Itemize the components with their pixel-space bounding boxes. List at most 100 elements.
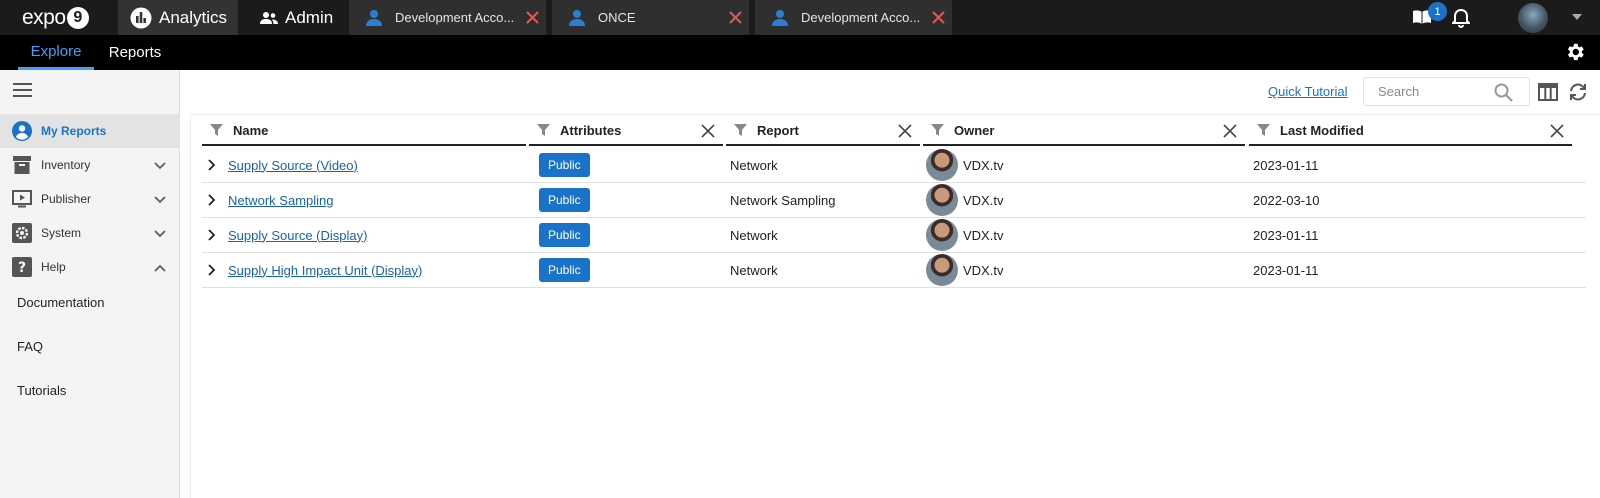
column-header-label: Name	[233, 122, 269, 138]
filter-icon[interactable]	[931, 124, 944, 136]
column-header-label: Attributes	[560, 122, 622, 138]
sidebar: My Reports Inventory Publisher System ? …	[0, 70, 180, 498]
column-header-report[interactable]: Report	[726, 116, 920, 146]
attribute-cell: Public	[539, 148, 590, 182]
close-icon[interactable]	[1550, 124, 1564, 138]
app-tab-admin[interactable]: Admin	[246, 0, 346, 35]
modified-cell: 2023-01-11	[1253, 227, 1319, 243]
filter-icon[interactable]	[537, 124, 550, 136]
sidebar-item-label: Help	[41, 260, 66, 274]
archive-icon	[12, 156, 32, 174]
sidebar-item-inventory[interactable]: Inventory	[0, 148, 180, 182]
chevron-up-icon[interactable]	[154, 261, 166, 275]
report-name-link[interactable]: Supply Source (Video)	[228, 148, 358, 182]
close-icon[interactable]	[898, 124, 912, 138]
owner-avatar	[926, 254, 958, 286]
monitor-play-icon	[12, 190, 32, 208]
column-header-last-modified[interactable]: Last Modified	[1249, 116, 1572, 146]
user-avatar[interactable]	[1518, 3, 1548, 33]
window-tab[interactable]: ONCE	[551, 0, 749, 35]
report-name-link[interactable]: Network Sampling	[228, 183, 334, 217]
close-icon[interactable]	[701, 124, 715, 138]
chevron-right-icon[interactable]	[208, 148, 216, 182]
attribute-cell: Public	[539, 183, 590, 217]
public-badge: Public	[539, 258, 590, 282]
report-name-link[interactable]: Supply High Impact Unit (Display)	[228, 253, 422, 287]
app-tab-analytics[interactable]: Analytics	[118, 0, 238, 35]
tab-reports[interactable]: Reports	[100, 35, 170, 70]
columns-icon[interactable]	[1538, 83, 1558, 106]
help-link-documentation[interactable]: Documentation	[17, 295, 104, 310]
person-icon	[568, 9, 586, 27]
report-name-link[interactable]: Supply Source (Display)	[228, 218, 367, 252]
owner-avatar	[926, 149, 958, 181]
sidebar-item-publisher[interactable]: Publisher	[0, 182, 180, 216]
modified-cell: 2022-03-10	[1253, 192, 1320, 208]
menu-icon[interactable]	[13, 83, 32, 102]
owner-name: VDX.tv	[963, 227, 1004, 243]
sidebar-item-help[interactable]: ? Help	[0, 250, 180, 284]
report-cell: Network	[730, 227, 778, 243]
owner-cell: VDX.tv	[926, 218, 1003, 252]
bar-chart-icon	[130, 7, 152, 29]
public-badge: Public	[539, 188, 590, 212]
owner-cell: VDX.tv	[926, 253, 1003, 287]
owner-name: VDX.tv	[963, 262, 1004, 278]
table-row[interactable]: Network Sampling Public Network Sampling…	[202, 183, 1586, 218]
filter-icon[interactable]	[210, 124, 223, 136]
quick-tutorial-link[interactable]: Quick Tutorial	[1268, 84, 1347, 99]
filter-icon[interactable]	[734, 124, 747, 136]
close-icon[interactable]	[721, 11, 749, 24]
sidebar-item-label: My Reports	[41, 124, 107, 138]
svg-text:?: ?	[18, 260, 26, 276]
chevron-down-icon[interactable]	[154, 193, 166, 207]
search-input[interactable]	[1378, 84, 1488, 99]
sidebar-item-my-reports[interactable]: My Reports	[0, 114, 180, 148]
logo-text: expo	[22, 6, 66, 29]
owner-avatar	[926, 184, 958, 216]
window-tab-label: Development Acco...	[395, 10, 515, 25]
close-icon[interactable]	[1223, 124, 1237, 138]
column-header-name[interactable]: Name	[202, 116, 526, 146]
expo9-logo[interactable]: expo 9	[22, 6, 89, 30]
report-cell: Network	[730, 157, 778, 173]
window-tab[interactable]: Development Acco...	[348, 0, 546, 35]
sidebar-item-system[interactable]: System	[0, 216, 180, 250]
bell-icon[interactable]	[1450, 8, 1472, 33]
gear-icon	[12, 223, 32, 243]
filter-icon[interactable]	[1257, 124, 1270, 136]
close-icon[interactable]	[924, 11, 952, 24]
table-row[interactable]: Supply High Impact Unit (Display) Public…	[202, 253, 1586, 288]
tab-explore[interactable]: Explore	[18, 35, 94, 70]
column-header-label: Owner	[954, 122, 995, 138]
modified-cell: 2023-01-11	[1253, 262, 1319, 278]
report-cell: Network	[730, 262, 778, 278]
refresh-icon[interactable]	[1568, 83, 1588, 106]
secondary-nav: Explore Reports	[0, 35, 1600, 70]
owner-name: VDX.tv	[963, 192, 1004, 208]
help-link-tutorials[interactable]: Tutorials	[17, 383, 66, 398]
public-badge: Public	[539, 223, 590, 247]
column-header-attributes[interactable]: Attributes	[529, 116, 723, 146]
attribute-cell: Public	[539, 218, 590, 252]
owner-avatar	[926, 219, 958, 251]
close-icon[interactable]	[518, 11, 546, 24]
chevron-right-icon[interactable]	[208, 183, 216, 217]
table-row[interactable]: Supply Source (Display) Public Network V…	[202, 218, 1586, 253]
report-cell: Network Sampling	[730, 192, 836, 208]
chevron-down-icon[interactable]	[154, 159, 166, 173]
help-link-faq[interactable]: FAQ	[17, 339, 43, 354]
chevron-down-icon[interactable]	[1572, 14, 1582, 20]
chevron-right-icon[interactable]	[208, 253, 216, 287]
search-box	[1363, 77, 1530, 106]
person-icon	[771, 9, 789, 27]
attribute-cell: Public	[539, 253, 590, 287]
search-icon[interactable]	[1494, 83, 1513, 105]
column-header-owner[interactable]: Owner	[923, 116, 1245, 146]
window-tab-label: ONCE	[598, 10, 636, 25]
chevron-right-icon[interactable]	[208, 218, 216, 252]
table-row[interactable]: Supply Source (Video) Public Network VDX…	[202, 148, 1586, 183]
gear-icon[interactable]	[1564, 41, 1586, 68]
chevron-down-icon[interactable]	[154, 227, 166, 241]
window-tab[interactable]: Development Acco...	[754, 0, 952, 35]
